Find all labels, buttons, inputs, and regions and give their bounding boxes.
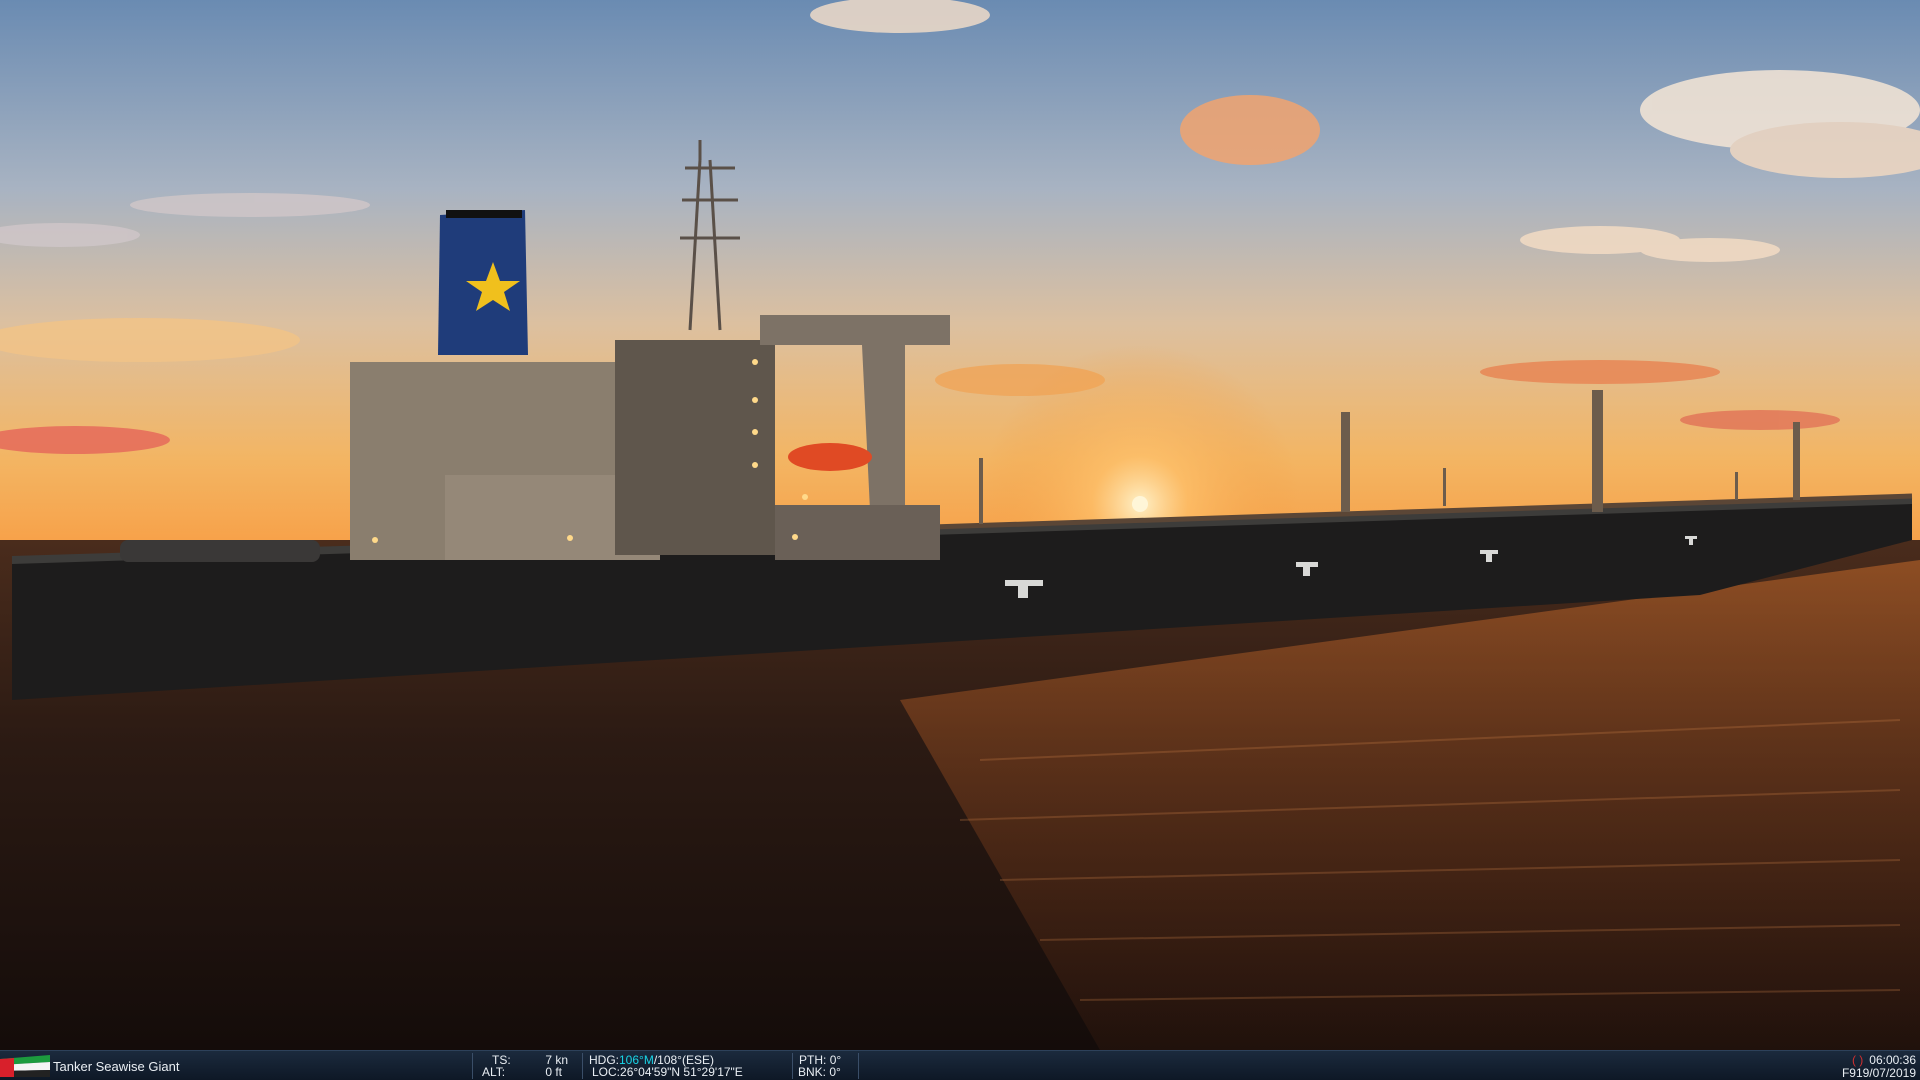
deck-tanks — [120, 540, 320, 562]
superstructure-upper — [615, 340, 775, 555]
bank-label: BNK: — [798, 1065, 827, 1079]
uae-flag-icon — [0, 1055, 50, 1077]
divider — [582, 1053, 583, 1079]
divider — [472, 1053, 473, 1079]
divider — [792, 1053, 793, 1079]
sim-clock: ( ) 06:00:36 F919/07/2019 — [1842, 1054, 1916, 1080]
location-label: LOC: — [592, 1065, 621, 1079]
altitude-label: ALT: — [482, 1065, 506, 1079]
bank-value: 0° — [829, 1065, 841, 1079]
funnel-top — [446, 210, 522, 218]
bank-readout: BNK: 0° — [798, 1066, 841, 1079]
sky — [0, 0, 1920, 540]
altitude-value: 0 ft — [545, 1065, 562, 1079]
record-indicator-icon[interactable]: ( ) — [1852, 1053, 1863, 1067]
location-value: 26°04'59"N 51°29'17"E — [620, 1065, 743, 1079]
game-scene-view — [0, 0, 1920, 1050]
bridge-wing — [760, 315, 950, 345]
divider — [858, 1053, 859, 1079]
sim-date: F919/07/2019 — [1841, 1066, 1916, 1080]
lifeboat — [788, 443, 872, 471]
vehicle-name: Tanker Seawise Giant — [53, 1059, 180, 1074]
status-bar: Tanker Seawise Giant TS: 7 kn ALT: 0 ft … — [0, 1050, 1920, 1080]
crane-structure — [775, 505, 940, 560]
sim-time: 06:00:36 — [1869, 1053, 1916, 1067]
sun — [1132, 496, 1148, 512]
location-readout: LOC:26°04'59"N 51°29'17"E — [592, 1066, 743, 1079]
